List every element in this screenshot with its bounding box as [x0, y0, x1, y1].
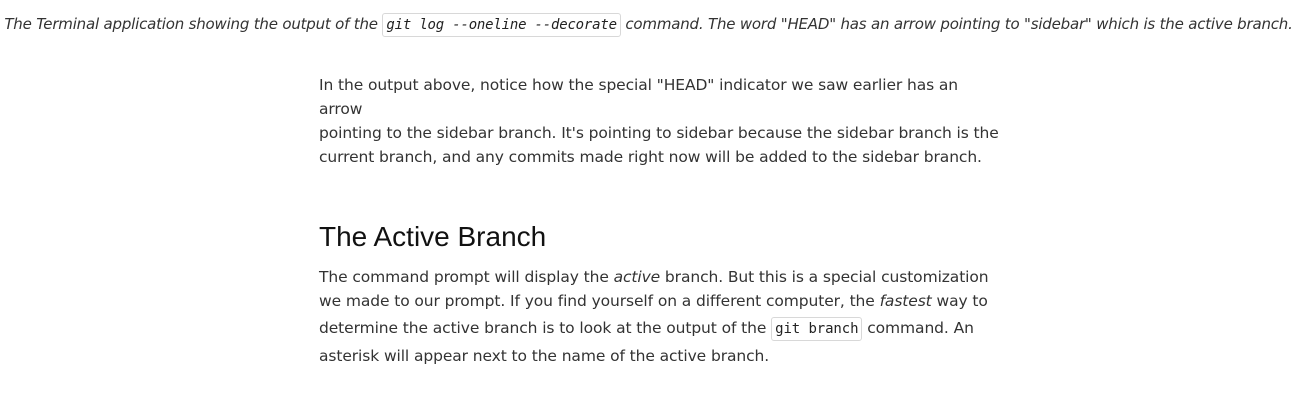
caption-code: git log --oneline --decorate	[382, 13, 621, 37]
paragraph1-line3: current branch, and any commits made rig…	[319, 148, 982, 166]
paragraph2-text6: command. An	[862, 319, 974, 337]
paragraph2-text1: The command prompt will display the	[319, 268, 614, 286]
paragraph-active-branch: The command prompt will display the acti…	[319, 265, 999, 368]
emphasis-fastest: fastest	[879, 292, 932, 310]
section-heading: The Active Branch	[319, 221, 547, 252]
paragraph2-text5: determine the active branch is to look a…	[319, 319, 772, 337]
paragraph1-line2: pointing to the sidebar branch. It's poi…	[319, 124, 999, 142]
paragraph2-text2: branch. But this is a special customizat…	[660, 268, 989, 286]
figure-caption: The Terminal application showing the out…	[0, 10, 1297, 39]
paragraph1-line1: In the output above, notice how the spec…	[319, 76, 959, 118]
paragraph2-line3: determine the active branch is to look a…	[319, 313, 974, 344]
paragraph-head-explanation: In the output above, notice how the spec…	[319, 73, 999, 169]
paragraph2-text4: way to	[931, 292, 988, 310]
section-active-branch: The command prompt will display the acti…	[319, 265, 999, 368]
caption-text-after: command. The word "HEAD" has an arrow po…	[620, 15, 1293, 33]
article-content: In the output above, notice how the spec…	[319, 73, 999, 365]
emphasis-active: active	[613, 268, 661, 286]
git-branch-code: git branch	[771, 317, 863, 341]
caption-text-before: The Terminal application showing the out…	[4, 15, 383, 33]
paragraph2-text3: we made to our prompt. If you find yours…	[319, 292, 880, 310]
paragraph2-text7: asterisk will appear next to the name of…	[319, 347, 770, 365]
